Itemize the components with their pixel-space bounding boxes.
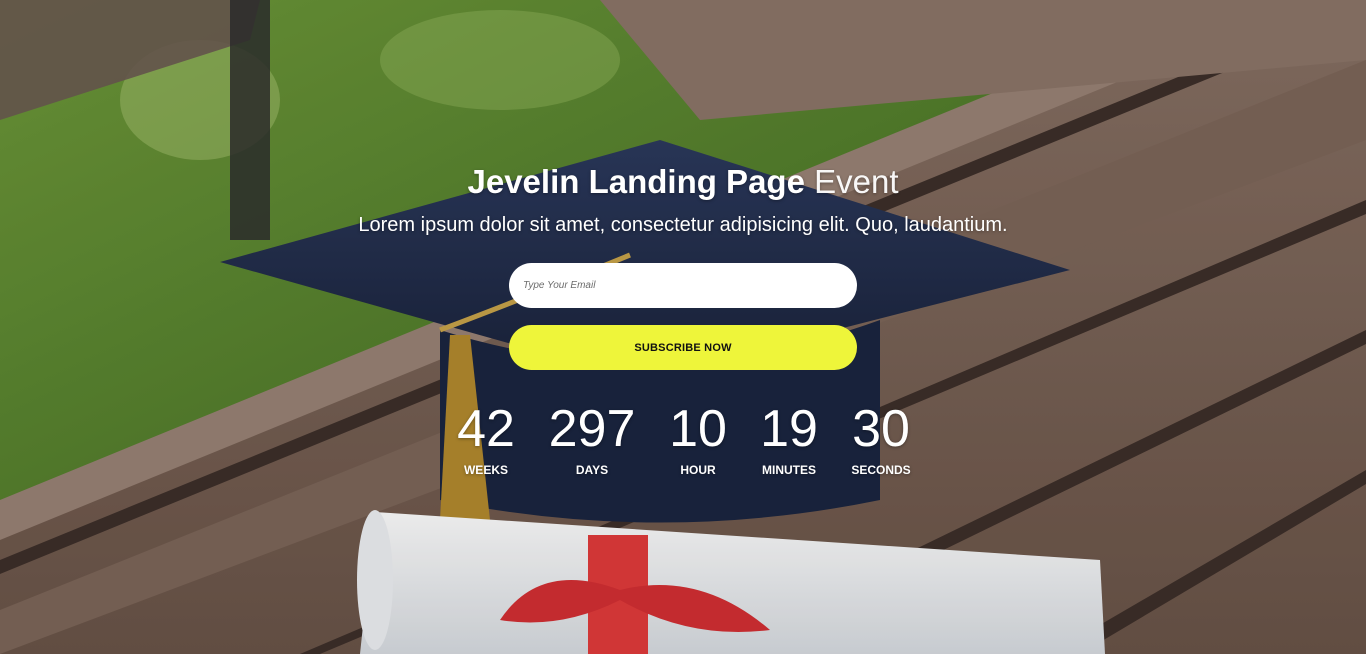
countdown-days-label: DAYS	[575, 463, 609, 477]
countdown-days-value: 297	[548, 400, 636, 458]
countdown-seconds-value: 30	[852, 400, 910, 458]
page-title-light: Event	[814, 163, 899, 200]
countdown-hour-label: HOUR	[680, 463, 716, 477]
countdown-hour-value: 10	[669, 400, 727, 458]
countdown-minutes: 19 MINUTES	[754, 398, 824, 478]
countdown-seconds: 30 SECONDS	[846, 398, 916, 478]
page-subtitle: Lorem ipsum dolor sit amet, consectetur …	[358, 214, 1008, 236]
countdown-seconds-label: SECONDS	[851, 463, 911, 477]
page-title: Jevelin Landing Page Event	[0, 160, 1366, 204]
countdown-weeks: 42 WEEKS	[454, 398, 518, 478]
countdown-minutes-label: MINUTES	[762, 463, 816, 477]
page-title-bold: Jevelin Landing Page	[467, 163, 805, 200]
email-input[interactable]	[509, 263, 857, 308]
subscribe-button[interactable]: SUBSCRIBE NOW	[509, 325, 857, 370]
hero-content: Jevelin Landing Page Event Lorem ipsum d…	[0, 0, 1366, 654]
countdown-days: 297 DAYS	[546, 398, 638, 478]
hero-section: Jevelin Landing Page Event Lorem ipsum d…	[0, 0, 1366, 654]
countdown-minutes-value: 19	[760, 400, 818, 458]
countdown-weeks-value: 42	[457, 400, 515, 458]
countdown-hour: 10 HOUR	[666, 398, 730, 478]
countdown-timer: 42 WEEKS 297 DAYS 10 HOUR 19 MINUTES 30 …	[0, 398, 1366, 488]
countdown-weeks-label: WEEKS	[463, 463, 508, 477]
